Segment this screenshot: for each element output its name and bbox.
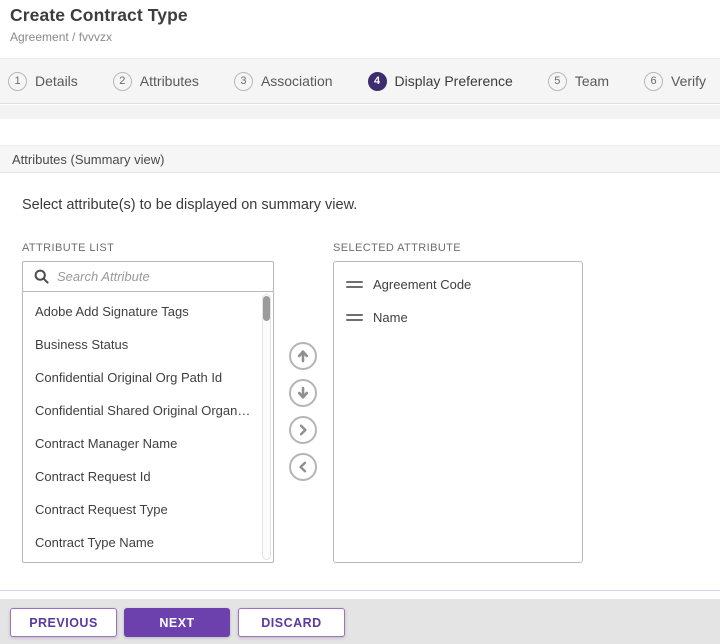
step-label: Display Preference bbox=[395, 73, 513, 89]
attribute-list-item[interactable]: Confidential Original Org Path Id bbox=[23, 361, 273, 394]
instruction-text: Select attribute(s) to be displayed on s… bbox=[22, 197, 357, 213]
step-number: 2 bbox=[113, 72, 132, 91]
selected-attribute-row[interactable]: Name bbox=[334, 301, 582, 334]
attribute-list-item[interactable]: Contract Manager Name bbox=[23, 427, 273, 460]
step-number: 1 bbox=[8, 72, 27, 91]
next-button[interactable]: NEXT bbox=[124, 608, 230, 637]
selected-attribute-name: Name bbox=[373, 310, 408, 325]
page-header: Create Contract Type Agreement / fvvvzx bbox=[0, 0, 720, 58]
attribute-list-label: ATTRIBUTE LIST bbox=[22, 242, 114, 254]
attribute-list-item[interactable]: Contract Type Name bbox=[23, 526, 273, 559]
scrollbar-track[interactable] bbox=[262, 294, 271, 560]
move-right-button[interactable] bbox=[289, 416, 317, 444]
section-header: Attributes (Summary view) bbox=[0, 145, 720, 173]
selected-attribute-row[interactable]: Agreement Code bbox=[334, 268, 582, 301]
step-number: 6 bbox=[644, 72, 663, 91]
arrow-up-icon bbox=[295, 348, 311, 364]
chevron-right-icon bbox=[295, 422, 311, 438]
drag-handle-icon[interactable] bbox=[346, 314, 363, 321]
search-box bbox=[22, 261, 274, 292]
breadcrumb: Agreement / fvvvzx bbox=[10, 30, 112, 44]
footer-bar: PREVIOUS NEXT DISCARD bbox=[0, 599, 720, 644]
attribute-list-item[interactable]: Business Status bbox=[23, 328, 273, 361]
previous-button[interactable]: PREVIOUS bbox=[10, 608, 117, 637]
drag-handle-icon[interactable] bbox=[346, 281, 363, 288]
attribute-list-item[interactable]: Contract Request Id bbox=[23, 460, 273, 493]
step-number: 3 bbox=[234, 72, 253, 91]
step-label: Attributes bbox=[140, 73, 199, 89]
step-label: Team bbox=[575, 73, 609, 89]
attribute-list: Adobe Add Signature Tags Business Status… bbox=[22, 291, 274, 563]
move-down-button[interactable] bbox=[289, 379, 317, 407]
step-team[interactable]: 5 Team bbox=[548, 72, 609, 91]
step-label: Details bbox=[35, 73, 78, 89]
scrollbar-thumb[interactable] bbox=[263, 296, 270, 321]
background-band bbox=[0, 105, 720, 119]
move-left-button[interactable] bbox=[289, 453, 317, 481]
page-title: Create Contract Type bbox=[10, 5, 188, 26]
footer-divider bbox=[0, 590, 720, 591]
step-number: 5 bbox=[548, 72, 567, 91]
step-display-preference[interactable]: 4 Display Preference bbox=[368, 72, 513, 91]
selected-attribute-list: Agreement Code Name bbox=[333, 261, 583, 563]
section-title: Attributes (Summary view) bbox=[12, 152, 164, 167]
wizard-stepper: 1 Details 2 Attributes 3 Association 4 D… bbox=[0, 58, 720, 104]
selected-attribute-label: SELECTED ATTRIBUTE bbox=[333, 242, 461, 254]
selected-attribute-name: Agreement Code bbox=[373, 277, 471, 292]
arrow-down-icon bbox=[295, 385, 311, 401]
step-details[interactable]: 1 Details bbox=[8, 72, 78, 91]
step-association[interactable]: 3 Association bbox=[234, 72, 333, 91]
move-up-button[interactable] bbox=[289, 342, 317, 370]
attribute-list-item[interactable]: Contract Request Type bbox=[23, 493, 273, 526]
attribute-list-item[interactable]: Adobe Add Signature Tags bbox=[23, 295, 273, 328]
discard-button[interactable]: DISCARD bbox=[238, 608, 345, 637]
search-icon bbox=[34, 269, 49, 284]
step-attributes[interactable]: 2 Attributes bbox=[113, 72, 199, 91]
step-label: Association bbox=[261, 73, 333, 89]
chevron-left-icon bbox=[295, 459, 311, 475]
attribute-list-item[interactable]: Confidential Shared Original Organ… bbox=[23, 394, 273, 427]
step-verify[interactable]: 6 Verify bbox=[644, 72, 706, 91]
step-label: Verify bbox=[671, 73, 706, 89]
step-number: 4 bbox=[368, 72, 387, 91]
search-attribute-input[interactable] bbox=[57, 269, 273, 284]
